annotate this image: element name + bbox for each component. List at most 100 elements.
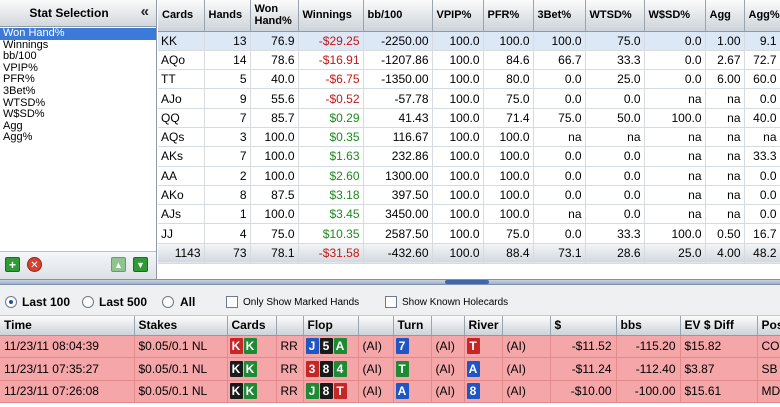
stats-row[interactable]: AKs 7 100.0 $1.63 232.86 100.0 100.0 0.0 0.0 na na… — [158, 146, 780, 167]
radio-last-100-label[interactable]: Last 100 — [22, 296, 70, 308]
total-cell-hands: 73 — [204, 242, 251, 264]
stats-row[interactable]: TT 5 40.0 -$6.75 -1350.00 100.0 80.0 0.0 25.0 0.0… — [158, 69, 780, 90]
stats-col-won-hand[interactable]: Won Hand% — [250, 0, 299, 32]
stats-row[interactable]: QQ 7 85.7 $0.29 41.43 100.0 71.4 75.0 50.0 100.0 n… — [158, 108, 780, 128]
total-cell-pfr: 88.4 — [483, 242, 534, 264]
stats-row[interactable]: AJs 1 100.0 $3.45 3450.00 100.0 100.0 na 0.0 na na… — [158, 204, 780, 225]
stats-col-vpip[interactable]: VPIP% — [432, 0, 484, 32]
stats-row[interactable]: AQo 14 78.6 -$16.91 -1207.86 100.0 84.6 66.7 33.… — [158, 50, 780, 71]
hands-col-pos[interactable]: Pos — [757, 316, 780, 336]
hands-col-action-7[interactable] — [431, 316, 465, 336]
hand-turn-action: (AI) — [431, 335, 465, 358]
stats-cell-agg: na — [705, 204, 745, 225]
stats-row[interactable]: AA 2 100.0 $2.60 1300.00 100.0 100.0 0.0 0.0 na na… — [158, 166, 780, 186]
stat-item-won-hand[interactable]: Won Hand% — [0, 27, 156, 40]
stat-item-w-sd[interactable]: W$SD% — [0, 109, 156, 121]
stats-cell-agg: 0.0 — [744, 185, 780, 206]
move-down-arrow-icon[interactable]: ▼ — [133, 257, 148, 272]
show-known-holecards-label[interactable]: Show Known Holecards — [402, 297, 508, 308]
stats-col-bb-100[interactable]: bb/100 — [363, 0, 433, 32]
hand-river-card: T — [464, 335, 503, 358]
hands-col-action-9[interactable] — [502, 316, 551, 336]
stats-col-winnings[interactable]: Winnings — [298, 0, 364, 32]
hands-col-time[interactable]: Time — [0, 316, 135, 336]
move-up-arrow-icon[interactable]: ▲ — [111, 257, 126, 272]
stats-cell-vpip: 100.0 — [432, 127, 484, 148]
stats-cell-won-hand: 85.7 — [250, 108, 299, 128]
stats-cell-agg: 0.0 — [744, 166, 780, 186]
hand-ev-diff: $15.82 — [680, 335, 758, 358]
radio-last-500-label[interactable]: Last 500 — [99, 296, 147, 308]
stats-row[interactable]: JJ 4 75.0 $10.35 2587.50 100.0 75.0 0.0 33.3 100.… — [158, 223, 780, 244]
add-stat-button[interactable]: + — [5, 257, 20, 272]
only-marked-hands-label[interactable]: Only Show Marked Hands — [243, 297, 359, 308]
stats-col-pfr[interactable]: PFR% — [483, 0, 534, 32]
hand-row[interactable]: 11/23/11 08:04:39 $0.05/0.1 NL K K RR J 5 A (AI)… — [0, 335, 780, 358]
stats-cell-agg: 2.67 — [705, 50, 745, 71]
stat-list[interactable]: Won Hand% Winnings bb/100 VPIP% PFR% 3Bet% WTS… — [0, 27, 156, 144]
stat-item-agg[interactable]: Agg% — [0, 132, 156, 144]
hands-col-river[interactable]: River — [464, 316, 503, 336]
hand-amount: -$11.24 — [550, 357, 617, 381]
radio-last-100[interactable] — [5, 296, 17, 308]
hand-river-card: 8 — [464, 380, 503, 403]
stats-col-hands[interactable]: Hands — [204, 0, 251, 32]
stats-cell-pfr: 100.0 — [483, 146, 534, 167]
stats-cell-agg: na — [744, 127, 780, 148]
stats-col-w-sd[interactable]: W$SD% — [644, 0, 706, 32]
stats-row[interactable]: KK 13 76.9 -$29.25 -2250.00 100.0 100.0 100.0 75… — [158, 31, 780, 51]
hand-time: 11/23/11 07:35:27 — [0, 357, 135, 381]
stats-cell-vpip: 100.0 — [432, 223, 484, 244]
collapse-panel-icon[interactable]: « — [141, 3, 149, 21]
hand-row[interactable]: 11/23/11 07:35:27 $0.05/0.1 NL K K RR 3 8 4 (AI)… — [0, 357, 780, 381]
hand-filter-bar: Last 100 Last 500 All Only Show Marked H… — [0, 285, 780, 316]
remove-stat-button[interactable]: ✕ — [27, 257, 42, 272]
hand-amount: -$11.52 — [550, 335, 617, 358]
hands-col-bbs[interactable]: bbs — [616, 316, 681, 336]
hand-river-action: (AI) — [502, 357, 551, 381]
stats-row[interactable]: AKo 8 87.5 $3.18 397.50 100.0 100.0 0.0 0.0 na na 0… — [158, 185, 780, 206]
stats-cell-agg: 0.50 — [705, 223, 745, 244]
stats-cell-bb-100: -1350.00 — [363, 69, 433, 90]
stats-cell-winnings: $3.45 — [298, 204, 364, 225]
show-known-holecards-checkbox[interactable] — [385, 296, 397, 308]
stats-cell-wtsd: 25.0 — [585, 69, 645, 90]
hands-col-ev-diff[interactable]: EV $ Diff — [680, 316, 758, 336]
stats-col-cards[interactable]: Cards — [158, 0, 205, 32]
hands-col-blank[interactable]: $ — [550, 316, 617, 336]
stats-col-agg[interactable]: Agg — [705, 0, 745, 32]
hand-stakes: $0.05/0.1 NL — [134, 380, 228, 403]
stats-col-agg[interactable]: Agg% — [744, 0, 780, 32]
card-club-icon: J — [305, 383, 319, 400]
hand-flop-action: (AI) — [358, 380, 394, 403]
radio-all-label[interactable]: All — [180, 296, 195, 308]
radio-all[interactable] — [162, 296, 174, 308]
card-club-icon: A — [333, 338, 347, 355]
stats-col-3bet[interactable]: 3Bet% — [533, 0, 586, 32]
stat-item-3bet[interactable]: 3Bet% — [0, 85, 156, 98]
hands-col-stakes[interactable]: Stakes — [134, 316, 228, 336]
card-club-icon: 4 — [333, 360, 347, 377]
stats-cell-bb-100: -1207.86 — [363, 50, 433, 71]
hands-col-flop[interactable]: Flop — [303, 316, 359, 336]
stats-row[interactable]: AQs 3 100.0 $0.35 116.67 100.0 100.0 na na na na na — [158, 127, 780, 148]
hands-col-action-3[interactable] — [276, 316, 304, 336]
stats-col-wtsd[interactable]: WTSD% — [585, 0, 645, 32]
stats-row[interactable]: AJo 9 55.6 -$0.52 -57.78 100.0 75.0 0.0 0.0 na na 0… — [158, 88, 780, 109]
stats-cell-pfr: 84.6 — [483, 50, 534, 71]
hands-col-action-5[interactable] — [358, 316, 394, 336]
hands-col-cards[interactable]: Cards — [227, 316, 277, 336]
hands-col-turn[interactable]: Turn — [393, 316, 432, 336]
splitter-grip-icon[interactable] — [445, 280, 489, 284]
stats-cell-won-hand: 100.0 — [250, 146, 299, 167]
stats-cell-winnings: -$29.25 — [298, 31, 364, 51]
stats-cell-won-hand: 78.6 — [250, 50, 299, 71]
stats-cell-pfr: 100.0 — [483, 185, 534, 206]
hand-flop-cards: J8T — [303, 380, 359, 403]
only-marked-hands-checkbox[interactable] — [226, 296, 238, 308]
radio-last-500[interactable] — [82, 296, 94, 308]
stats-cell-pfr: 71.4 — [483, 108, 534, 128]
stats-cell-bb-100: -2250.00 — [363, 31, 433, 51]
stats-cell-agg: 33.3 — [744, 146, 780, 167]
hand-row[interactable]: 11/23/11 07:26:08 $0.05/0.1 NL K K RR J 8 T (AI)… — [0, 380, 780, 403]
